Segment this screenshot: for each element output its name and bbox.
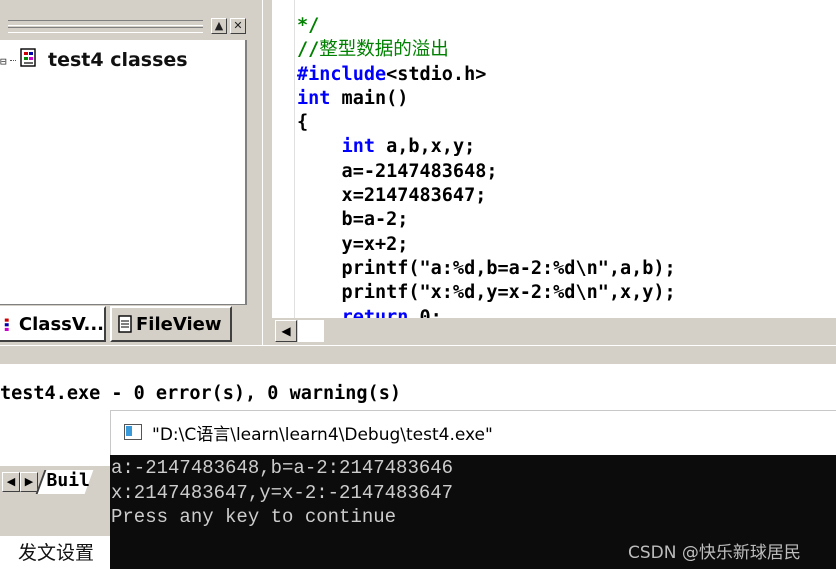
class-tree: [0, 40, 247, 305]
code-token: <stdio.h>: [386, 63, 487, 85]
console-title: "D:\C语言\learn\learn4\Debug\test4.exe": [152, 425, 493, 445]
post-settings-link[interactable]: 发文设置: [18, 538, 94, 565]
tree-root-item[interactable]: test4 classes: [48, 49, 188, 71]
console-line: Press any key to continue: [111, 506, 397, 528]
scroll-track[interactable]: [298, 320, 324, 342]
editor-gutter: [272, 0, 295, 318]
code-line: {: [297, 112, 308, 133]
code-token: y=x+2;: [297, 233, 409, 255]
code-token: {: [297, 112, 309, 134]
watermark: CSDN @快乐新球居民: [628, 543, 801, 563]
code-token: */: [297, 15, 320, 36]
code-token: x=2147483647;: [297, 185, 487, 207]
tab-scroll-left-button[interactable]: ◀: [2, 472, 20, 492]
code-line: #include<stdio.h>: [297, 64, 486, 85]
build-result-text: test4.exe - 0 error(s), 0 warning(s): [0, 383, 401, 404]
code-token: 整型数据的溢出: [319, 39, 449, 61]
tab-fileview[interactable]: FileView: [110, 306, 232, 342]
tab-scroll-right-button[interactable]: ▶: [20, 472, 38, 492]
code-token: #include: [297, 63, 387, 85]
tab-build[interactable]: Buil: [35, 470, 94, 494]
file-view-icon: [118, 315, 132, 333]
code-token: a,b,x,y;: [374, 136, 476, 158]
tab-classview-label: ClassV...: [18, 313, 104, 335]
code-token: printf("a:%d,b=a-2:%d\n",a,b);: [297, 257, 676, 279]
code-line: */: [297, 15, 319, 36]
code-line: y=x+2;: [297, 233, 409, 255]
code-token: a=-2147483648;: [297, 160, 498, 182]
console-text: a:-2147483648,b=a-2:2147483646 x:2147483…: [111, 456, 453, 530]
close-panel-button[interactable]: ✕: [230, 18, 246, 34]
code-line: x=2147483647;: [297, 185, 487, 207]
tab-fileview-label: FileView: [136, 313, 222, 335]
tree-expander-icon[interactable]: ⊟: [0, 55, 8, 68]
source-code[interactable]: */ //整型数据的溢出 #include<stdio.h> int main(…: [297, 14, 676, 330]
horizontal-splitter[interactable]: [0, 345, 836, 365]
code-token: int: [341, 136, 375, 158]
code-token: //: [297, 39, 320, 61]
maximize-panel-button[interactable]: ▲: [211, 18, 227, 34]
code-line: printf("x:%d,y=x-2:%d\n",x,y);: [297, 282, 676, 303]
console-line: x:2147483647,y=x-2:-2147483647: [111, 481, 454, 504]
code-token: b=a-2;: [297, 209, 409, 231]
tab-classview[interactable]: ClassV...: [0, 306, 106, 342]
code-line: int a,b,x,y;: [297, 136, 476, 158]
scroll-left-button[interactable]: ◀: [275, 320, 297, 342]
code-token: int: [297, 87, 331, 109]
console-app-icon: [124, 424, 142, 440]
code-line: //整型数据的溢出: [297, 39, 449, 60]
panel-grip-2: [8, 27, 203, 33]
status-area: [0, 506, 120, 536]
code-line: a=-2147483648;: [297, 160, 498, 182]
tab-build-label: Buil: [46, 470, 90, 491]
classes-icon: [20, 48, 36, 67]
panel-grip[interactable]: [8, 20, 203, 26]
tree-connector: [10, 60, 16, 62]
code-line: b=a-2;: [297, 209, 409, 231]
code-token: main(): [330, 87, 409, 109]
horizontal-scrollbar[interactable]: [272, 318, 836, 345]
console-line: a:-2147483648,b=a-2:2147483646: [111, 457, 454, 479]
code-token: printf("x:%d,y=x-2:%d\n",x,y);: [297, 282, 676, 304]
code-line: printf("a:%d,b=a-2:%d\n",a,b);: [297, 258, 676, 279]
class-view-icon: [4, 318, 9, 332]
code-line: int main(): [297, 88, 408, 109]
